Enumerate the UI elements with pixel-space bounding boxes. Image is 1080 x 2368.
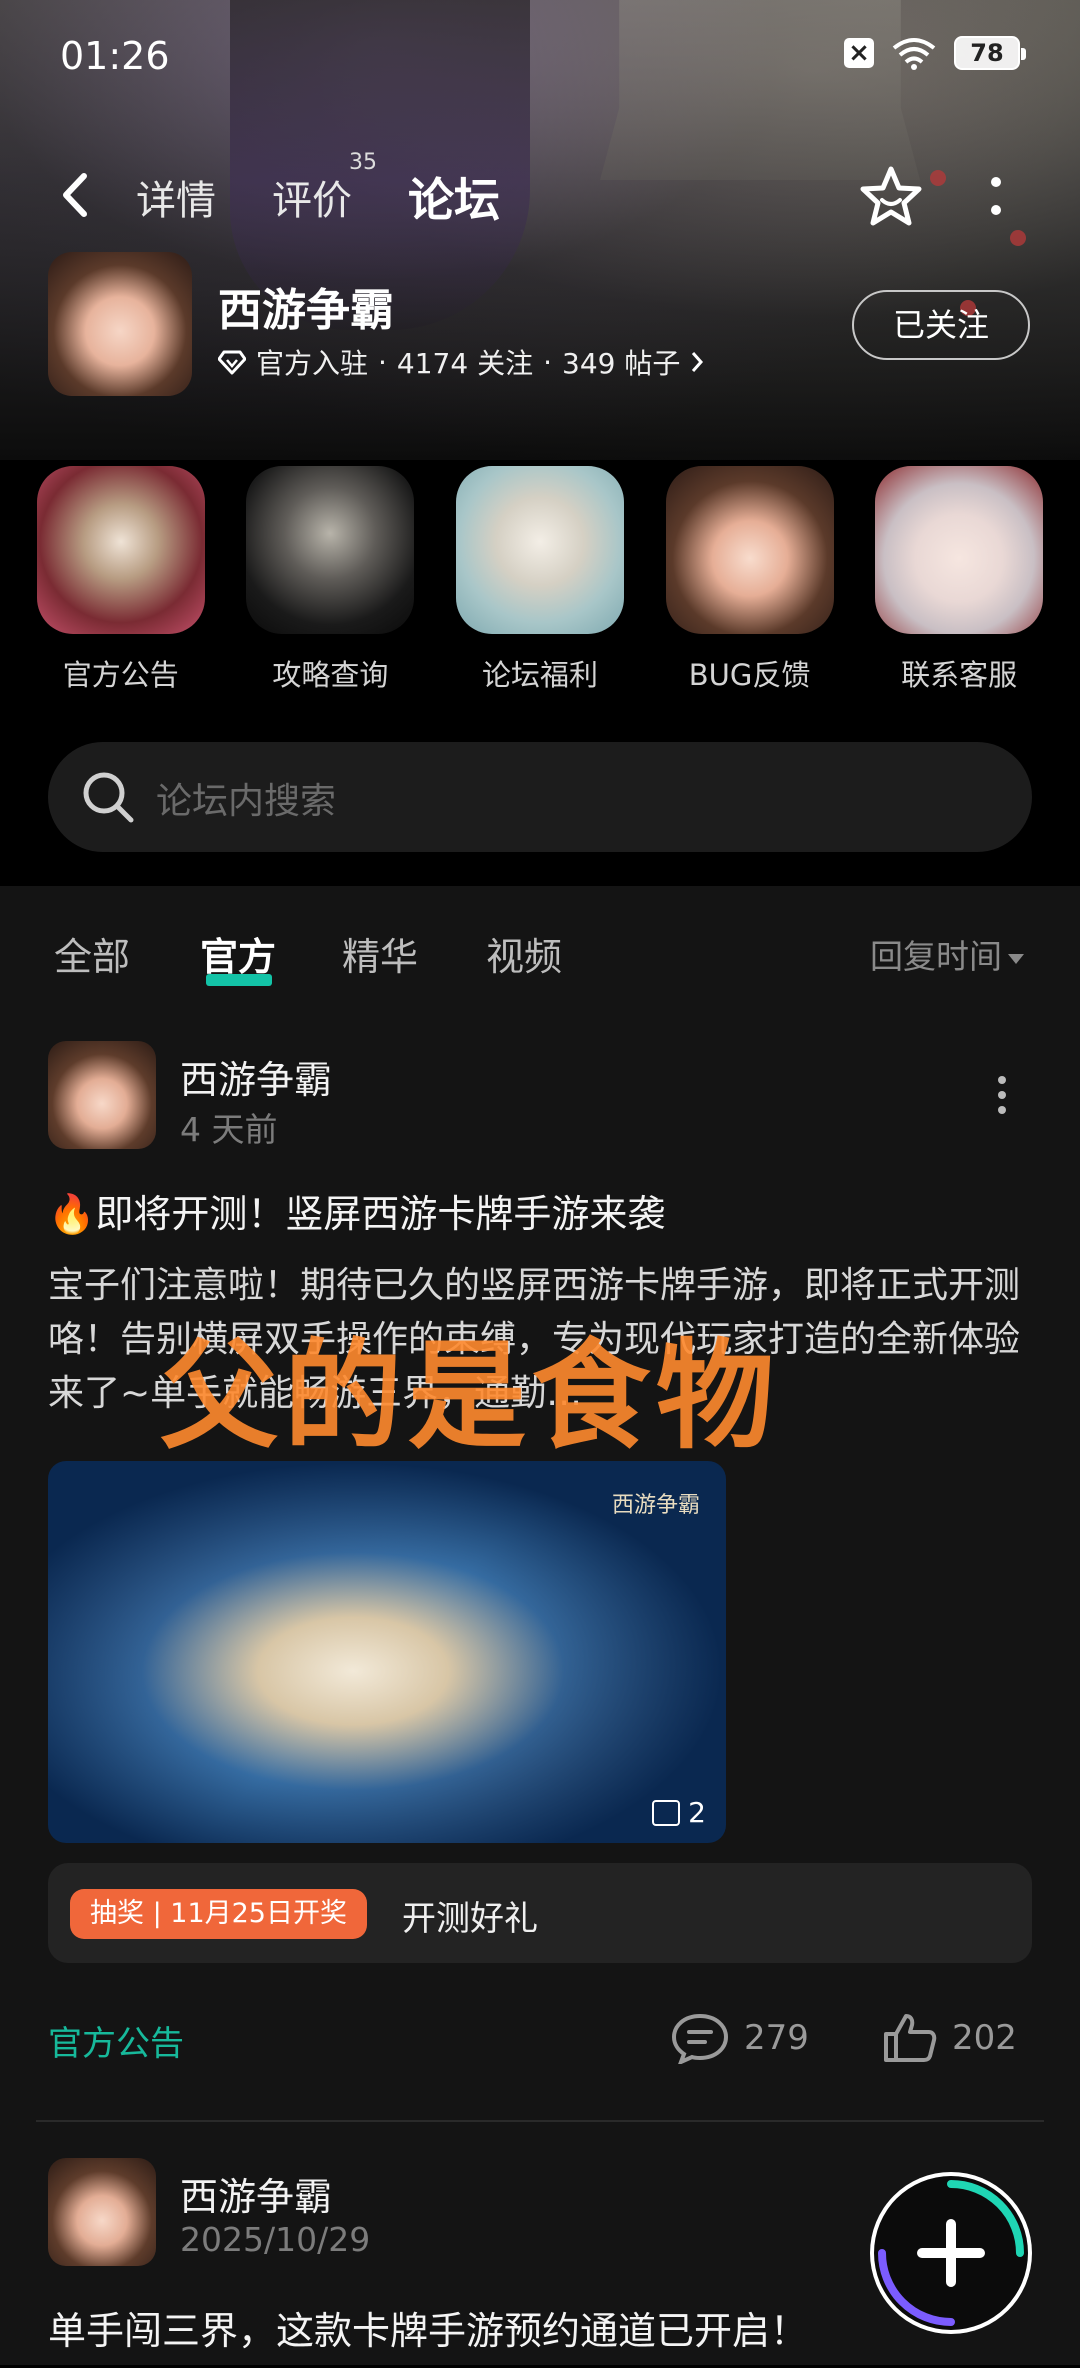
sim-off-icon: × <box>844 38 874 68</box>
lottery-badge: 抽奖 | 11月25日开奖 <box>70 1889 367 1939</box>
shortcut-label: BUG反馈 <box>688 658 811 692</box>
post-author-avatar[interactable] <box>48 2158 156 2266</box>
more-options-icon[interactable] <box>986 174 1006 218</box>
game-header: 西游争霸 官方入驻 · 4174 关注 · 349 帖子 已关注 <box>0 250 1080 400</box>
shortcut-customer-service[interactable]: 联系客服 <box>874 466 1044 706</box>
sort-label: 回复时间 <box>870 937 1002 976</box>
post-count: 349 帖子 <box>562 347 681 380</box>
lottery-text: 开测好礼 <box>402 1899 538 1939</box>
post-author[interactable]: 西游争霸 <box>180 2166 332 2221</box>
filter-tab-featured[interactable]: 精华 <box>342 926 418 981</box>
shortcut-bug-report[interactable]: BUG反馈 <box>665 466 835 706</box>
comment-count: 279 <box>744 2018 809 2058</box>
status-bar: 01:26 × 78 <box>0 0 1080 110</box>
image-count-badge: 2 <box>652 1796 706 1829</box>
wifi-icon <box>892 38 936 70</box>
post-title: 🔥即将开测！竖屏西游卡牌手游来袭 <box>48 1192 666 1236</box>
overlay-caption: 父的是食物 <box>160 1327 781 1465</box>
post-author[interactable]: 西游争霸 <box>180 1049 332 1104</box>
post-category-link[interactable]: 官方公告 <box>48 2016 184 2065</box>
game-name: 西游争霸 <box>218 285 394 336</box>
post-image[interactable]: 西游争霸 2 <box>48 1461 726 1843</box>
post-footer: 官方公告 279 202 <box>0 2006 1080 2066</box>
top-nav: 详情 评价 35 论坛 <box>0 150 1080 240</box>
plus-icon <box>878 2180 1024 2326</box>
shortcut-forum-benefits[interactable]: 论坛福利 <box>455 466 625 706</box>
tab-forum[interactable]: 论坛 <box>408 164 500 230</box>
image-count: 2 <box>688 1796 706 1829</box>
chevron-right-icon <box>692 352 704 372</box>
sort-dropdown[interactable]: 回复时间 <box>870 930 1024 978</box>
shortcut-image <box>455 466 624 634</box>
shortcut-label: 攻略查询 <box>272 658 389 692</box>
comment-icon <box>671 2013 729 2064</box>
tab-detail[interactable]: 详情 <box>136 168 216 226</box>
meta-separator: · <box>378 345 387 379</box>
shortcut-image <box>246 466 415 634</box>
verified-label: 官方入驻 <box>256 347 369 380</box>
like-count: 202 <box>952 2018 1017 2058</box>
filter-tab-video[interactable]: 视频 <box>486 926 562 981</box>
post-feed: 全部 官方 精华 视频 回复时间 西游争霸 4 天前 🔥即将开测！竖屏西游卡牌手… <box>0 886 1080 2365</box>
diamond-icon <box>218 350 246 375</box>
post-title: 单手闯三界，这款卡牌手游预约通道已开启！ <box>48 2309 809 2353</box>
post-divider <box>36 2120 1044 2122</box>
post-author-avatar[interactable] <box>48 1041 156 1149</box>
shortcut-row: 官方公告 攻略查询 论坛福利 BUG反馈 联系客服 <box>0 466 1080 706</box>
shortcut-official-notice[interactable]: 官方公告 <box>36 466 206 706</box>
filter-tab-all[interactable]: 全部 <box>54 926 130 981</box>
filter-tabs: 全部 官方 精华 视频 回复时间 <box>0 926 1080 1006</box>
battery-icon: 78 <box>954 36 1026 70</box>
caret-down-icon <box>1008 953 1024 964</box>
image-watermark: 西游争霸 <box>611 1493 700 1518</box>
tab-review[interactable]: 评价 <box>272 168 352 226</box>
shortcut-image <box>665 466 834 634</box>
post-card[interactable]: 西游争霸 4 天前 🔥即将开测！竖屏西游卡牌手游来袭 宝子们注意啦！期待已久的竖… <box>0 1041 1080 1981</box>
status-icons: × 78 <box>844 36 1026 70</box>
comment-button[interactable]: 279 <box>670 2012 809 2064</box>
follower-count: 4174 关注 <box>396 347 534 380</box>
thumbs-up-icon <box>884 2014 937 2062</box>
post-more-icon[interactable] <box>992 1075 1012 1115</box>
meta-separator: · <box>543 345 552 379</box>
game-avatar[interactable] <box>48 252 192 396</box>
back-arrow-icon[interactable] <box>56 170 96 220</box>
favorite-star-icon[interactable] <box>858 164 924 230</box>
shortcut-image <box>875 466 1044 634</box>
image-icon <box>652 1799 681 1826</box>
shortcut-label: 论坛福利 <box>481 658 598 692</box>
shortcut-label: 联系客服 <box>901 658 1018 692</box>
like-button[interactable]: 202 <box>882 2012 1017 2064</box>
search-input[interactable]: 论坛内搜索 <box>156 772 336 824</box>
post-time: 2025/10/29 <box>180 2220 371 2259</box>
filter-tab-official[interactable]: 官方 <box>200 926 276 981</box>
shortcut-label: 官方公告 <box>62 658 179 692</box>
shortcut-image <box>36 466 205 634</box>
forum-search-bar[interactable]: 论坛内搜索 <box>48 742 1032 852</box>
post-time: 4 天前 <box>180 1110 278 1149</box>
new-post-button[interactable] <box>870 2172 1032 2334</box>
search-icon <box>83 772 134 823</box>
shortcut-guide-search[interactable]: 攻略查询 <box>245 466 415 706</box>
lottery-card[interactable]: 抽奖 | 11月25日开奖 开测好礼 <box>48 1863 1032 1963</box>
game-meta[interactable]: 官方入驻 · 4174 关注 · 349 帖子 <box>218 342 704 382</box>
review-count-badge: 35 <box>349 150 377 175</box>
status-time: 01:26 <box>60 34 170 78</box>
follow-button[interactable]: 已关注 <box>852 290 1030 360</box>
